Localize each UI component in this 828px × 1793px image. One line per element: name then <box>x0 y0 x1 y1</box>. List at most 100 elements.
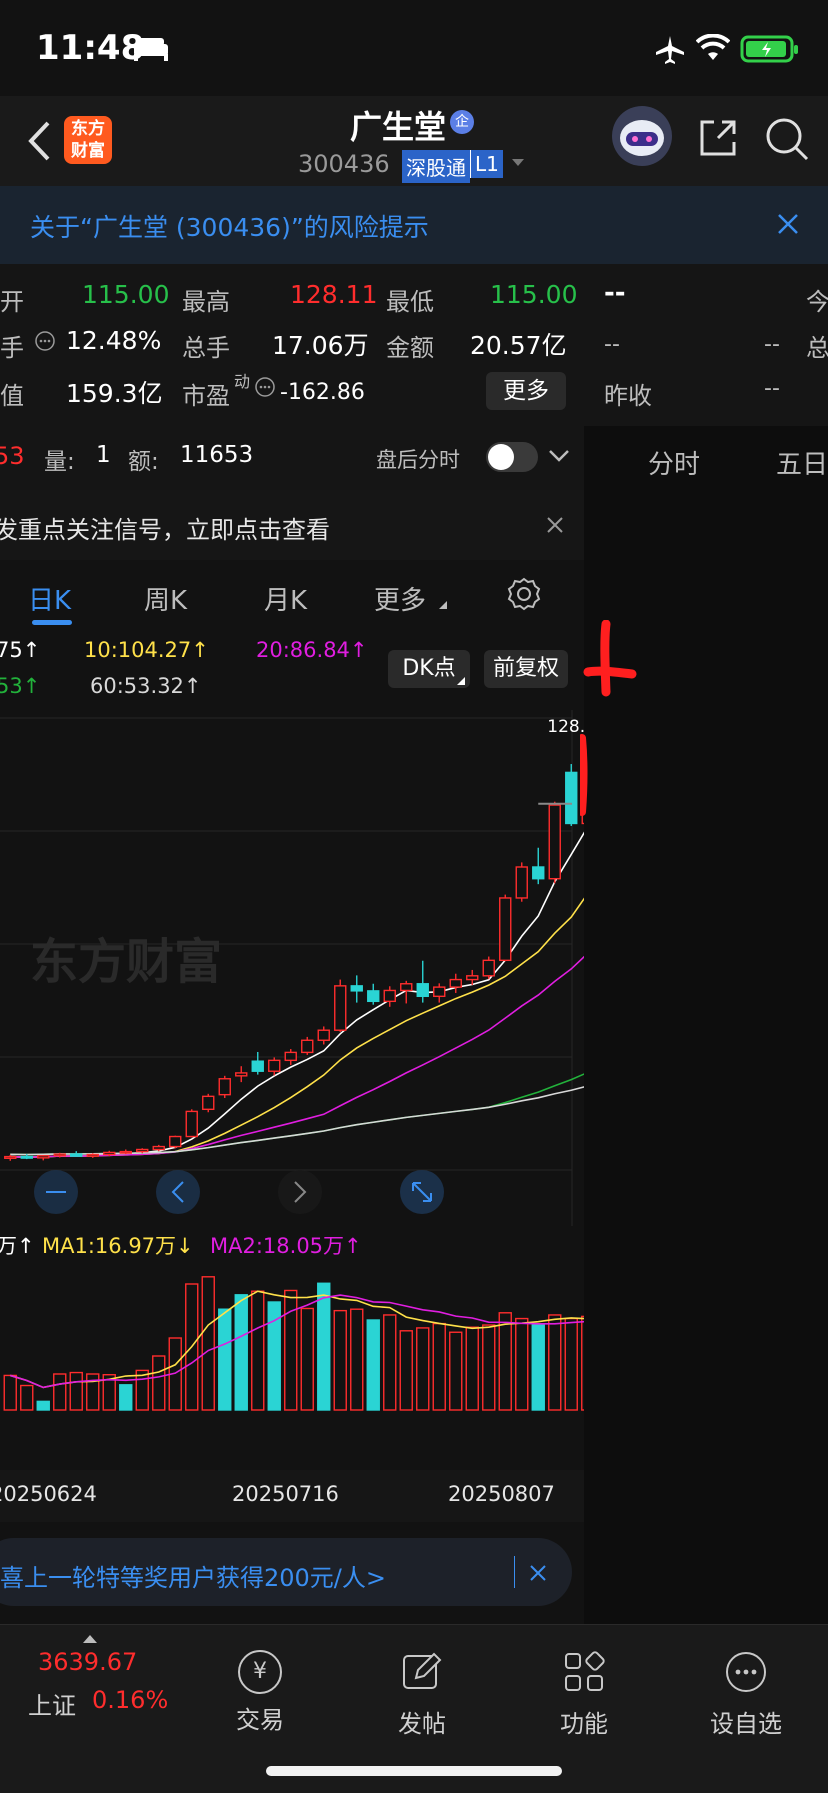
robot-icon <box>620 120 664 156</box>
candle <box>235 1072 248 1077</box>
back-icon[interactable] <box>26 120 52 162</box>
search-icon[interactable] <box>764 116 810 162</box>
assistant-avatar[interactable] <box>612 106 672 166</box>
signal-banner-text[interactable]: 发重点关注信号，立即点击查看 <box>0 510 330 545</box>
tab-day-k[interactable]: 日K <box>28 580 71 617</box>
dropdown-triangle-icon <box>439 601 447 609</box>
more-circle-icon <box>726 1652 766 1692</box>
volume-bar <box>218 1308 232 1411</box>
adjust-mode-button[interactable]: 前复权 <box>484 650 568 688</box>
tab-five-day[interactable]: 五日 <box>776 444 828 481</box>
after-hours-vol-label: 量: <box>44 449 75 475</box>
tab-post[interactable]: 发帖 <box>352 1650 492 1739</box>
signal-banner[interactable]: 发重点关注信号，立即点击查看 <box>0 490 584 561</box>
after-hours-vol-value: 1 <box>96 442 111 468</box>
high-label: 最高 <box>182 288 230 316</box>
tab-trade[interactable]: ¥ 交易 <box>190 1650 330 1735</box>
volume-bar <box>3 1374 17 1411</box>
risk-notice-text[interactable]: 关于“广生堂 (300436)”的风险提示 <box>30 208 429 244</box>
index-change[interactable]: 0.16% <box>92 1686 168 1714</box>
tab-more[interactable]: 更多 <box>374 580 426 617</box>
tab-week-k[interactable]: 周K <box>144 580 187 617</box>
ma20-legend: 20:86.84↑ <box>256 638 368 662</box>
candle <box>482 959 495 977</box>
high-value: 128.11 <box>290 280 378 309</box>
volume-bar <box>251 1290 265 1411</box>
info-icon[interactable] <box>34 330 56 352</box>
tab-month-k[interactable]: 月K <box>264 580 307 617</box>
after-hours-toggle-label: 盘后分时 <box>376 448 460 472</box>
open-label: 今开 <box>0 288 24 316</box>
promo-text[interactable]: 喜上一轮特等奖用户获得200元/人> <box>0 1558 386 1593</box>
chevron-down-icon[interactable] <box>510 156 526 168</box>
grid-icon <box>565 1651 605 1691</box>
candle <box>70 1153 83 1157</box>
airplane-icon <box>656 36 684 64</box>
low-label: 最低 <box>386 288 434 316</box>
ma-legend: 75↑ 10:104.27↑ 20:86.84↑ 53↑ 60:53.32↑ D… <box>0 632 584 710</box>
vol-ma2-legend: MA2:18.05万↑ <box>210 1234 362 1258</box>
close-icon[interactable] <box>529 1564 547 1582</box>
open-value: 115.00 <box>82 280 170 309</box>
volume-bar <box>152 1355 166 1411</box>
turnover-label: 换手 <box>0 334 24 362</box>
candle <box>53 1153 66 1157</box>
volume-bar <box>350 1308 364 1411</box>
candle <box>251 1060 264 1072</box>
after-hours-toggle[interactable] <box>486 442 538 472</box>
tab-watchlist[interactable]: 设自选 <box>676 1650 816 1739</box>
tab-function[interactable]: 功能 <box>514 1650 654 1739</box>
intraday-panel: 分时 五日 <box>584 426 828 1624</box>
volume-bar <box>36 1400 50 1411</box>
turnover-value: 12.48% <box>66 326 162 355</box>
kline-chart[interactable]: 东方财富 128.11→ <box>0 710 584 1226</box>
chevron-down-icon[interactable] <box>548 448 570 464</box>
close-icon[interactable] <box>776 212 800 236</box>
app-logo-text: 东方 财富 <box>71 119 105 161</box>
home-indicator <box>266 1766 562 1776</box>
candle <box>103 1151 116 1156</box>
candle <box>119 1150 132 1154</box>
volume-chart[interactable] <box>0 1262 584 1412</box>
tab-intraday[interactable]: 分时 <box>648 444 700 481</box>
bed-icon <box>134 38 168 61</box>
pe-sup: 动 <box>234 372 251 391</box>
promo-banner[interactable]: 喜上一轮特等奖用户获得200元/人> <box>0 1538 572 1606</box>
gear-icon[interactable] <box>506 576 542 612</box>
share-icon[interactable] <box>696 116 740 160</box>
candle <box>152 1145 165 1151</box>
volume-bar <box>234 1294 248 1411</box>
more-quote-button[interactable]: 更多 <box>486 372 566 410</box>
market-cap-label: 市值 <box>0 382 24 410</box>
volume-bar <box>366 1319 380 1411</box>
candle <box>350 985 363 992</box>
index-name[interactable]: 上证 <box>28 1686 76 1721</box>
risk-notice-banner[interactable]: 关于“广生堂 (300436)”的风险提示 <box>0 186 828 264</box>
volume-bar <box>300 1307 314 1411</box>
close-icon[interactable] <box>546 516 564 534</box>
pe-value: -162.86 <box>280 380 365 405</box>
volume-bar <box>449 1331 463 1411</box>
candle <box>268 1059 281 1072</box>
candle <box>532 866 545 880</box>
after-hours-amt-value: 11653 <box>180 442 254 468</box>
enterprise-badge: 企 <box>450 110 474 134</box>
candle <box>499 897 512 962</box>
index-value[interactable]: 3639.67 <box>38 1648 137 1676</box>
after-hours-row: 53 量: 1 额: 11653 盘后分时 <box>0 426 584 491</box>
level-badge: L1 <box>470 150 503 178</box>
volume-bar <box>399 1330 413 1411</box>
volume-bar <box>465 1326 479 1411</box>
candle <box>284 1051 297 1062</box>
caret-up-icon <box>83 1635 97 1643</box>
candle <box>383 989 396 1003</box>
scroll-right-button[interactable] <box>278 1170 322 1214</box>
candle <box>136 1148 149 1153</box>
prev-close-value: -- <box>764 376 780 401</box>
amount-value: 20.57亿 <box>470 331 567 360</box>
prev-close-label: 昨收 <box>604 382 652 410</box>
volume-bar <box>135 1369 149 1411</box>
scroll-left-button[interactable] <box>156 1170 200 1214</box>
volume-bar <box>86 1373 100 1411</box>
info-icon[interactable] <box>254 376 276 398</box>
